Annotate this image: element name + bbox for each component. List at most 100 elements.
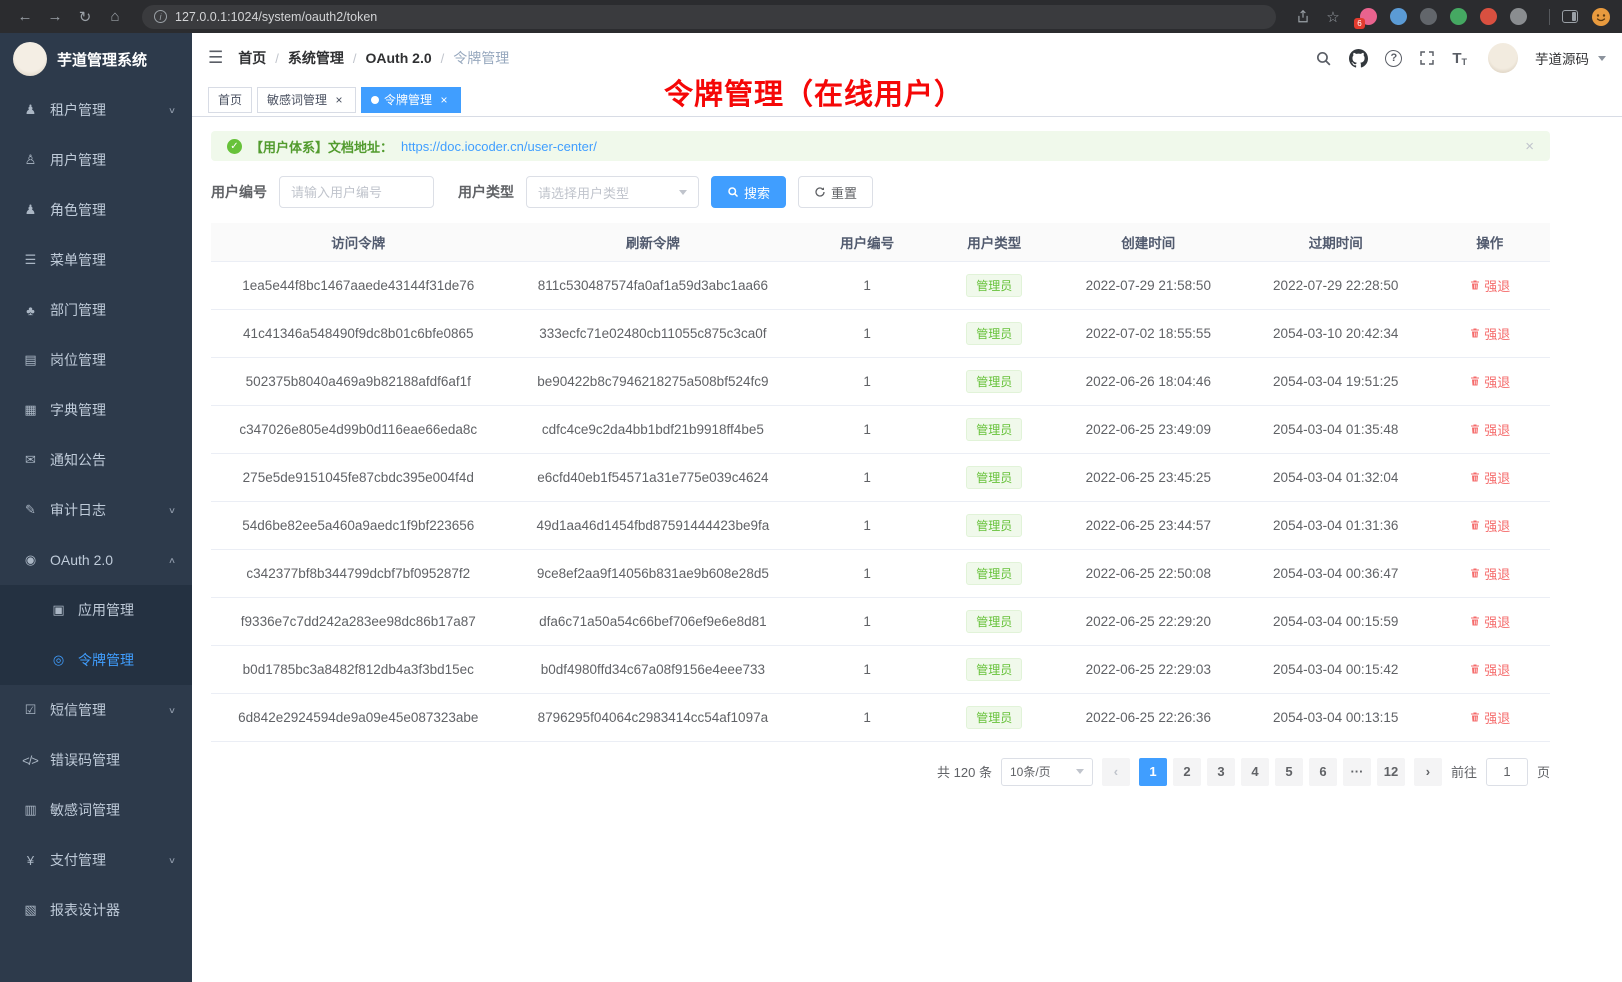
access-token-cell: 54d6be82ee5a460a9aedc1f9bf223656 [211, 501, 506, 549]
prev-page-button[interactable]: ‹ [1102, 758, 1130, 786]
fullscreen-icon[interactable] [1419, 50, 1435, 66]
tab-close-icon[interactable]: × [437, 93, 451, 107]
breadcrumb-item[interactable]: OAuth 2.0 [366, 50, 432, 66]
sidebar-item-label: 应用管理 [78, 600, 176, 620]
sidebar-item-department[interactable]: ♣ 部门管理 [0, 285, 192, 335]
table-row: 6d842e2924594de9a09e45e087323abe 8796295… [211, 693, 1550, 741]
sidebar-item-error-code[interactable]: </> 错误码管理 [0, 735, 192, 785]
search-button[interactable]: 搜索 [711, 176, 786, 208]
force-logout-button[interactable]: 强退 [1469, 324, 1510, 343]
browser-back-button[interactable]: ← [12, 5, 38, 29]
force-logout-button[interactable]: 强退 [1469, 564, 1510, 583]
page-number-button[interactable]: 6 [1309, 758, 1337, 786]
sidebar-item-role[interactable]: ♟ 角色管理 [0, 185, 192, 235]
refresh-token-cell: 49d1aa46d1454fbd87591444423be9fa [506, 501, 801, 549]
force-logout-button[interactable]: 强退 [1469, 612, 1510, 631]
extension-icon-4[interactable] [1450, 8, 1467, 25]
search-icon[interactable] [1315, 50, 1332, 67]
sidebar-item-token-management[interactable]: ◎ 令牌管理 [0, 635, 192, 685]
tab-close-icon[interactable]: × [332, 93, 346, 107]
trash-icon [1469, 423, 1481, 435]
chevron-icon: ∧ [168, 555, 176, 565]
browser-profile-avatar[interactable] [1592, 8, 1610, 26]
force-logout-button[interactable]: 强退 [1469, 420, 1510, 439]
extension-icon-3[interactable] [1420, 8, 1437, 25]
address-bar[interactable]: i 127.0.0.1:1024/system/oauth2/token [142, 5, 1276, 29]
sidebar-item-post[interactable]: ▤ 岗位管理 [0, 335, 192, 385]
side-panel-icon[interactable] [1562, 10, 1578, 23]
user-id-input[interactable] [279, 176, 434, 208]
force-logout-button[interactable]: 强退 [1469, 276, 1510, 295]
sidebar-item-notice[interactable]: ✉ 通知公告 [0, 435, 192, 485]
page-number-button[interactable]: 12 [1377, 758, 1405, 786]
user-name[interactable]: 芋道源码 [1535, 48, 1589, 68]
sidebar-item-sensitive-word[interactable]: ▥ 敏感词管理 [0, 785, 192, 835]
user-avatar[interactable] [1488, 43, 1518, 73]
sidebar-toggle-icon[interactable]: ☰ [208, 48, 223, 68]
breadcrumb-item[interactable]: 系统管理 [288, 48, 344, 68]
select-caret-icon [679, 190, 687, 195]
sidebar-item-dictionary[interactable]: ▦ 字典管理 [0, 385, 192, 435]
force-logout-button[interactable]: 强退 [1469, 468, 1510, 487]
page-number-button[interactable]: ··· [1343, 758, 1371, 786]
page-number-button[interactable]: 4 [1241, 758, 1269, 786]
goto-page-input[interactable] [1486, 758, 1528, 786]
extension-icon-6[interactable] [1510, 8, 1527, 25]
breadcrumb-item[interactable]: 令牌管理 [453, 48, 509, 68]
sidebar-item-app-management[interactable]: ▣ 应用管理 [0, 585, 192, 635]
browser-reload-button[interactable]: ↻ [72, 5, 98, 29]
force-logout-button[interactable]: 强退 [1469, 660, 1510, 679]
sidebar-item-report-designer[interactable]: ▧ 报表设计器 [0, 885, 192, 935]
sidebar-item-user[interactable]: ♙ 用户管理 [0, 135, 192, 185]
next-page-button[interactable]: › [1414, 758, 1442, 786]
page-size-select[interactable]: 10条/页 [1001, 758, 1093, 786]
font-size-icon[interactable]: TT [1452, 50, 1467, 67]
tab-sensitive-word-management[interactable]: 敏感词管理 × [257, 87, 356, 113]
browser-home-button[interactable]: ⌂ [102, 5, 128, 29]
page-number-button[interactable]: 3 [1207, 758, 1235, 786]
user-type-select[interactable]: 请选择用户类型 [526, 176, 699, 208]
sidebar-item-payment[interactable]: ¥ 支付管理 ∨ [0, 835, 192, 885]
page-number-button[interactable]: 1 [1139, 758, 1167, 786]
user-menu-caret-icon[interactable] [1598, 56, 1606, 61]
bookmark-star-icon[interactable]: ☆ [1320, 5, 1346, 29]
expire-time-cell: 2054-03-10 20:42:34 [1242, 309, 1429, 357]
share-icon[interactable] [1290, 5, 1316, 29]
breadcrumb-item[interactable]: 首页 [238, 48, 266, 68]
user-type-cell: 管理员 [934, 597, 1055, 645]
force-logout-button[interactable]: 强退 [1469, 516, 1510, 535]
success-check-icon: ✓ [227, 139, 242, 154]
sidebar-item-menu[interactable]: ☰ 菜单管理 [0, 235, 192, 285]
extension-icon-1[interactable]: 6 [1360, 8, 1377, 25]
help-icon[interactable]: ? [1385, 50, 1402, 67]
extension-icon-2[interactable] [1390, 8, 1407, 25]
alert-doc-link[interactable]: https://doc.iocoder.cn/user-center/ [401, 139, 597, 154]
alert-close-icon[interactable]: × [1525, 138, 1534, 155]
force-logout-button[interactable]: 强退 [1469, 708, 1510, 727]
created-time-cell: 2022-06-25 22:29:20 [1055, 597, 1242, 645]
reset-button[interactable]: 重置 [798, 176, 873, 208]
sidebar-item-label: 部门管理 [50, 300, 176, 320]
app-logo[interactable]: 芋道管理系统 [0, 33, 192, 85]
sidebar-item-audit-log[interactable]: ✎ 审计日志 ∨ [0, 485, 192, 535]
page-number-button[interactable]: 2 [1173, 758, 1201, 786]
tab-label: 令牌管理 [384, 91, 432, 108]
user-type-tag: 管理员 [966, 706, 1022, 729]
tenants-icon: ♟ [21, 102, 39, 118]
breadcrumb: 首页/ 系统管理/ OAuth 2.0/ 令牌管理/ [238, 48, 509, 68]
pagination: 共 120 条 10条/页 ‹ 123456···12 › 前往 页 [211, 758, 1550, 786]
browser-forward-button[interactable]: → [42, 5, 68, 29]
action-cell: 强退 [1429, 309, 1550, 357]
tab-token-management[interactable]: 令牌管理 × [361, 87, 461, 113]
sidebar-item-tenant[interactable]: ♟ 租户管理 ∨ [0, 85, 192, 135]
page-number-button[interactable]: 5 [1275, 758, 1303, 786]
force-logout-button[interactable]: 强退 [1469, 372, 1510, 391]
url-text: 127.0.0.1:1024/system/oauth2/token [175, 10, 377, 24]
sidebar-item-oauth2[interactable]: ◉ OAuth 2.0 ∧ [0, 535, 192, 585]
github-icon[interactable] [1349, 49, 1368, 68]
tab-home[interactable]: 首页 [208, 87, 252, 113]
extension-icon-5[interactable] [1480, 8, 1497, 25]
site-info-icon[interactable]: i [154, 10, 167, 23]
sidebar-item-sms[interactable]: ☑ 短信管理 ∨ [0, 685, 192, 735]
sidebar-item-label: 支付管理 [50, 850, 168, 870]
